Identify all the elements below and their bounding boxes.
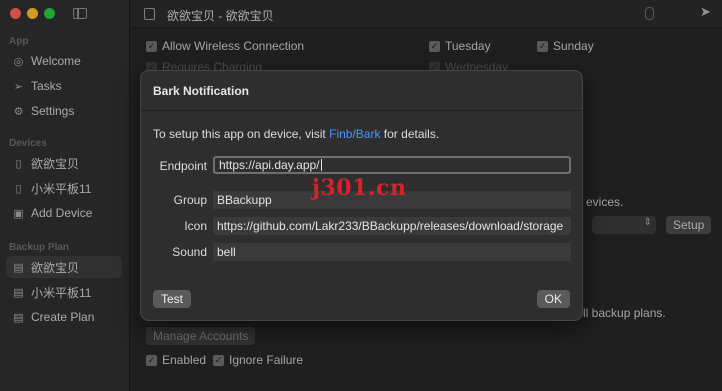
icon-label: Icon bbox=[184, 219, 207, 233]
text-caret bbox=[320, 159, 322, 171]
intro-text-before: To setup this app on device, visit bbox=[153, 127, 330, 141]
endpoint-label: Endpoint bbox=[159, 159, 207, 173]
endpoint-value: https://api.day.app/ bbox=[219, 158, 320, 172]
group-label: Group bbox=[173, 193, 207, 207]
test-button[interactable]: Test bbox=[153, 290, 192, 308]
icon-url-field[interactable]: https://github.com/Lakr233/BBackupp/rele… bbox=[213, 217, 571, 235]
watermark-text: j301.cn bbox=[312, 175, 407, 201]
sound-label: Sound bbox=[172, 245, 207, 259]
intro-text-after: for details. bbox=[380, 127, 440, 141]
dialog-intro: To setup this app on device, visit Finb/… bbox=[153, 127, 439, 141]
sound-field[interactable]: bell bbox=[213, 243, 571, 261]
endpoint-field[interactable]: https://api.day.app/ bbox=[213, 156, 571, 174]
finb-bark-link[interactable]: Finb/Bark bbox=[329, 127, 380, 141]
dialog-title: Bark Notification bbox=[141, 71, 582, 111]
ok-button[interactable]: OK bbox=[536, 290, 570, 308]
